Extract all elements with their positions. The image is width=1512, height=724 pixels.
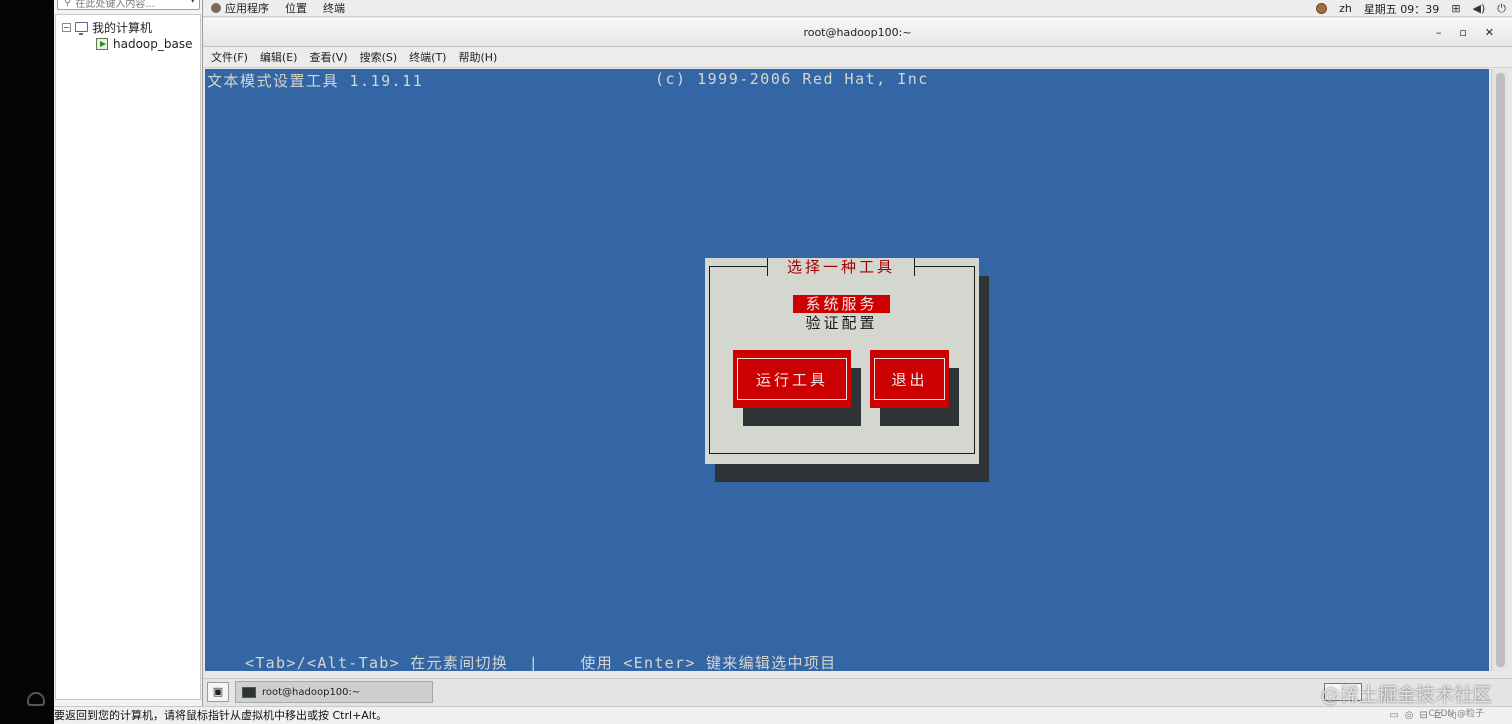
menu-edit[interactable]: 编辑(E) — [260, 49, 298, 65]
terminal-scrollbar[interactable] — [1491, 69, 1509, 671]
tree-item-label: 我的计算机 — [92, 20, 153, 35]
host-left-edge — [0, 0, 54, 724]
chevron-down-icon[interactable]: ▾ — [190, 0, 195, 6]
places-menu[interactable]: 位置 — [285, 0, 307, 16]
menu-file[interactable]: 文件(F) — [211, 49, 248, 65]
cdrom-icon[interactable]: ◎ — [1405, 707, 1414, 724]
minimize-icon[interactable]: – — [1436, 18, 1442, 47]
input-method-icon[interactable] — [1316, 3, 1328, 14]
gnome-foot-icon — [211, 3, 221, 13]
tool-select-dialog: 选择一种工具 系统服务 验证配置 运行工具 退出 — [705, 258, 979, 464]
dialog-title: 选择一种工具 — [767, 258, 915, 276]
volume-icon[interactable]: ◀) — [1473, 2, 1486, 15]
tui-copyright: (c) 1999-2006 Red Hat, Inc — [655, 70, 929, 88]
quit-button[interactable]: 退出 — [870, 350, 949, 408]
tool-list-item-services[interactable]: 系统服务 — [793, 295, 890, 313]
applications-label: 应用程序 — [225, 2, 269, 15]
screen: ⚲ 在此处键入内容... ▾ − 我的计算机 hadoop_base 应用程序 — [0, 0, 1512, 724]
network-adapter-icon[interactable]: ⊟ — [1420, 707, 1428, 724]
library-search-input[interactable]: ⚲ 在此处键入内容... ▾ — [57, 0, 200, 10]
search-icon: ⚲ — [64, 0, 72, 8]
library-tree: − 我的计算机 hadoop_base — [55, 14, 201, 700]
run-tool-label: 运行工具 — [737, 358, 847, 400]
menu-help[interactable]: 帮助(H) — [458, 49, 497, 65]
power-icon[interactable]: ⏻ — [1497, 2, 1506, 16]
terminal-menubar: 文件(F) 编辑(E) 查看(V) 搜索(S) 终端(T) 帮助(H) — [203, 47, 1512, 68]
collapse-icon[interactable]: − — [62, 22, 71, 32]
status-message: 要返回到您的计算机，请将鼠标指针从虚拟机中移出或按 Ctrl+Alt。 — [54, 709, 388, 722]
watermark-small: CSDN @粒子 — [1428, 709, 1484, 719]
hdd-icon[interactable]: ▭ — [1389, 707, 1398, 724]
maximize-icon[interactable]: ▫ — [1459, 18, 1466, 47]
vmware-status-bar: 要返回到您的计算机，请将鼠标指针从虚拟机中移出或按 Ctrl+Alt。 ▭ ◎ … — [54, 706, 1512, 724]
tool-list-item-auth[interactable]: 验证配置 — [793, 314, 890, 332]
watermark: @稀土掘金技术社区 — [1320, 684, 1492, 706]
tree-item-vm[interactable]: hadoop_base — [96, 36, 192, 52]
scrollbar-thumb[interactable] — [1496, 73, 1505, 667]
language-indicator[interactable]: zh — [1339, 2, 1352, 15]
guest-display[interactable]: 应用程序 位置 终端 zh 星期五 09：39 ⊞ ◀) ⏻ root@hado… — [203, 0, 1512, 706]
vmware-library-sidebar: ⚲ 在此处键入内容... ▾ − 我的计算机 hadoop_base — [54, 0, 203, 706]
close-icon[interactable]: ✕ — [1485, 18, 1494, 47]
terminal-screen[interactable]: 文本模式设置工具 1.19.11 (c) 1999-2006 Red Hat, … — [205, 69, 1489, 671]
menu-terminal[interactable]: 终端(T) — [409, 49, 446, 65]
tui-app-title: 文本模式设置工具 1.19.11 — [207, 72, 424, 90]
tree-item-label: hadoop_base — [113, 37, 193, 51]
show-desktop-button[interactable]: ▣ — [207, 682, 229, 702]
search-placeholder: 在此处键入内容... — [75, 0, 155, 10]
menu-search[interactable]: 搜索(S) — [360, 49, 398, 65]
tui-help-footer: <Tab>/<Alt-Tab> 在元素间切换 | 使用 <Enter> 键来编辑… — [245, 654, 837, 671]
clock[interactable]: 星期五 09：39 — [1364, 1, 1440, 17]
gnome-bottom-panel: ▣ root@hadoop100:~ — [203, 678, 1512, 706]
window-title: root@hadoop100:~ — [803, 26, 912, 39]
quit-label: 退出 — [874, 358, 945, 400]
menu-view[interactable]: 查看(V) — [309, 49, 347, 65]
terminal-titlebar[interactable]: root@hadoop100:~ – ▫ ✕ — [203, 18, 1512, 47]
applications-menu[interactable]: 应用程序 — [211, 0, 269, 16]
taskbar-item-label: root@hadoop100:~ — [262, 686, 361, 698]
tree-item-my-computer[interactable]: − 我的计算机 — [62, 19, 152, 35]
vm-running-icon — [96, 38, 108, 50]
terminal-menu[interactable]: 终端 — [323, 0, 345, 16]
run-tool-button[interactable]: 运行工具 — [733, 350, 851, 408]
computer-icon — [75, 22, 88, 35]
taskbar-item-terminal[interactable]: root@hadoop100:~ — [235, 681, 433, 703]
support-icon[interactable] — [27, 692, 45, 706]
gnome-top-panel: 应用程序 位置 终端 zh 星期五 09：39 ⊞ ◀) ⏻ — [203, 0, 1512, 17]
terminal-icon — [242, 686, 256, 698]
network-icon[interactable]: ⊞ — [1451, 2, 1460, 15]
